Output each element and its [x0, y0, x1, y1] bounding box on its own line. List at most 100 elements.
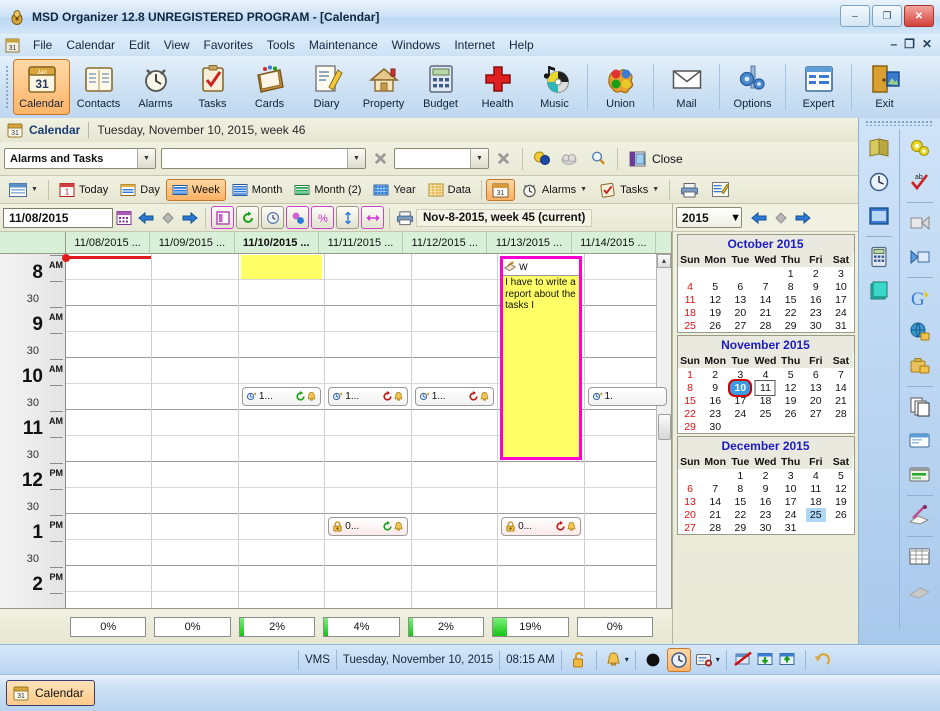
calculator-icon[interactable] — [866, 244, 892, 270]
mini-calendar-day[interactable]: 3 — [778, 469, 803, 482]
clock-icon[interactable] — [866, 169, 892, 195]
slot-2-8[interactable] — [238, 462, 325, 488]
view-button-data[interactable]: Data — [422, 179, 477, 201]
mini-calendar-day[interactable]: 5 — [778, 368, 803, 381]
toolbar-button-exit[interactable]: Exit — [856, 59, 913, 115]
import-icon[interactable] — [907, 210, 933, 236]
slot-1-8[interactable] — [152, 462, 238, 488]
slot-2-12[interactable] — [238, 566, 325, 592]
day-header-0[interactable]: 11/08/2015 ... — [66, 232, 151, 253]
toolbar-button-health[interactable]: Health — [469, 59, 526, 115]
mini-calendar-day[interactable]: 27 — [678, 521, 703, 534]
green-bar-icon[interactable] — [907, 462, 933, 488]
bell-icon[interactable] — [603, 649, 625, 671]
slot-0-12[interactable] — [66, 566, 152, 592]
height-icon[interactable] — [336, 206, 359, 229]
day-header-3[interactable]: 11/11/2015 ... — [319, 232, 404, 253]
mini-calendar-day[interactable]: 26 — [828, 508, 853, 521]
mini-calendar-day[interactable]: 29 — [678, 420, 703, 433]
slot-3-11[interactable] — [325, 540, 411, 566]
filter-combo[interactable]: ▼ — [161, 148, 366, 169]
rail-grip[interactable] — [865, 120, 934, 126]
mini-calendar-day[interactable]: 18 — [678, 306, 703, 319]
mini-calendar-day[interactable]: 15 — [728, 495, 753, 508]
layout-icon[interactable]: ▼ — [3, 179, 44, 201]
mini-calendar-day[interactable]: 14 — [828, 381, 853, 394]
printer-icon[interactable] — [674, 179, 705, 201]
slot-2-11[interactable] — [238, 540, 325, 566]
slot-3-1[interactable] — [325, 280, 411, 306]
toolbar-button-music[interactable]: Music — [526, 59, 583, 115]
year-prev-icon[interactable] — [748, 207, 770, 229]
mini-calendar-day[interactable]: 11 — [753, 379, 778, 396]
mini-calendar-day[interactable]: 20 — [803, 394, 828, 407]
slot-2-2[interactable] — [238, 306, 325, 332]
slot-4-3[interactable] — [411, 332, 498, 358]
category-combo[interactable]: Alarms and Tasks ▼ — [4, 148, 156, 169]
menu-internet[interactable]: Internet — [447, 36, 502, 54]
single-pane-toggle[interactable] — [211, 206, 234, 229]
mini-calendar-day[interactable]: 16 — [703, 394, 728, 407]
slot-2-3[interactable] — [238, 332, 325, 358]
mini-calendar-day[interactable]: 13 — [803, 381, 828, 394]
scroll-thumb[interactable] — [658, 414, 671, 440]
chevron-down-icon[interactable]: ▼ — [730, 212, 741, 224]
day-header-1[interactable]: 11/09/2015 ... — [150, 232, 235, 253]
calendar-event-chip[interactable]: 1... — [328, 387, 408, 406]
calendar-event-chip[interactable]: 0... — [328, 517, 408, 536]
slot-0-11[interactable] — [66, 540, 152, 566]
view-button-week[interactable]: Week — [165, 178, 226, 201]
mdi-minimize-button[interactable]: – — [890, 37, 897, 51]
mini-calendar-day[interactable]: 6 — [728, 280, 753, 293]
calendar-event-chip[interactable]: 1... — [241, 387, 322, 406]
calendar-panel-toggle[interactable]: 31 — [485, 178, 515, 201]
toolbar-button-tasks[interactable]: Tasks — [184, 59, 241, 115]
slot-1-6[interactable] — [152, 410, 238, 436]
export-icon[interactable] — [907, 244, 933, 270]
year-combo[interactable]: 2015 ▼ — [676, 207, 742, 228]
slot-1-4[interactable] — [152, 358, 238, 384]
table-grid-icon[interactable] — [907, 544, 933, 570]
slot-3-9[interactable] — [325, 488, 411, 514]
mini-calendar-day[interactable]: 8 — [778, 280, 803, 293]
slot-5-12[interactable] — [498, 566, 584, 592]
toolbar-grip[interactable] — [5, 65, 9, 109]
refresh-icon[interactable] — [236, 206, 259, 229]
day-header-5[interactable]: 11/13/2015 ... — [487, 232, 572, 253]
slot-5-8[interactable] — [498, 462, 584, 488]
mini-calendar-day[interactable]: 31 — [828, 319, 853, 332]
toolbar-button-calendar[interactable]: 31 Jan Calendar — [13, 59, 70, 115]
mini-calendar-day[interactable]: 9 — [753, 482, 778, 495]
mini-calendar-day[interactable]: 28 — [703, 521, 728, 534]
slot-1-7[interactable] — [152, 436, 238, 462]
mini-calendar-day[interactable]: 18 — [803, 495, 828, 508]
mini-calendar-day[interactable]: 12 — [828, 482, 853, 495]
mini-calendar-day[interactable]: 21 — [828, 394, 853, 407]
mini-calendar-day[interactable]: 11 — [803, 482, 828, 495]
day-column-4[interactable]: 1... — [411, 254, 499, 622]
toolbar-button-expert[interactable]: Expert — [790, 59, 847, 115]
bell-dropdown-arrow[interactable]: ▾ — [625, 655, 629, 664]
width-icon[interactable] — [361, 206, 384, 229]
briefcase-lock-icon[interactable] — [907, 353, 933, 379]
slot-3-6[interactable] — [325, 410, 411, 436]
mini-calendar-day[interactable]: 22 — [678, 407, 703, 420]
slot-3-12[interactable] — [325, 566, 411, 592]
open-padlock-icon[interactable] — [568, 649, 590, 671]
slot-2-7[interactable] — [238, 436, 325, 462]
mini-calendar-day[interactable]: 23 — [753, 508, 778, 521]
mini-calendar-day[interactable]: 6 — [803, 368, 828, 381]
taskbar-item-calendar[interactable]: 31 Calendar — [6, 680, 95, 706]
mini-calendar-day[interactable]: 6 — [678, 482, 703, 495]
mini-calendar-day[interactable]: 25 — [678, 319, 703, 332]
mini-calendar-day[interactable]: 11 — [678, 293, 703, 306]
slot-5-9[interactable] — [498, 488, 584, 514]
view-button-year[interactable]: Year — [367, 179, 421, 201]
toolbar-button-contacts[interactable]: Contacts — [70, 59, 127, 115]
slot-0-6[interactable] — [66, 410, 152, 436]
mini-calendar-day[interactable]: 17 — [778, 495, 803, 508]
card-delete-icon[interactable] — [694, 649, 716, 671]
mini-calendar-day[interactable]: 20 — [728, 306, 753, 319]
year-dot-icon[interactable] — [770, 207, 792, 229]
slot-3-8[interactable] — [325, 462, 411, 488]
